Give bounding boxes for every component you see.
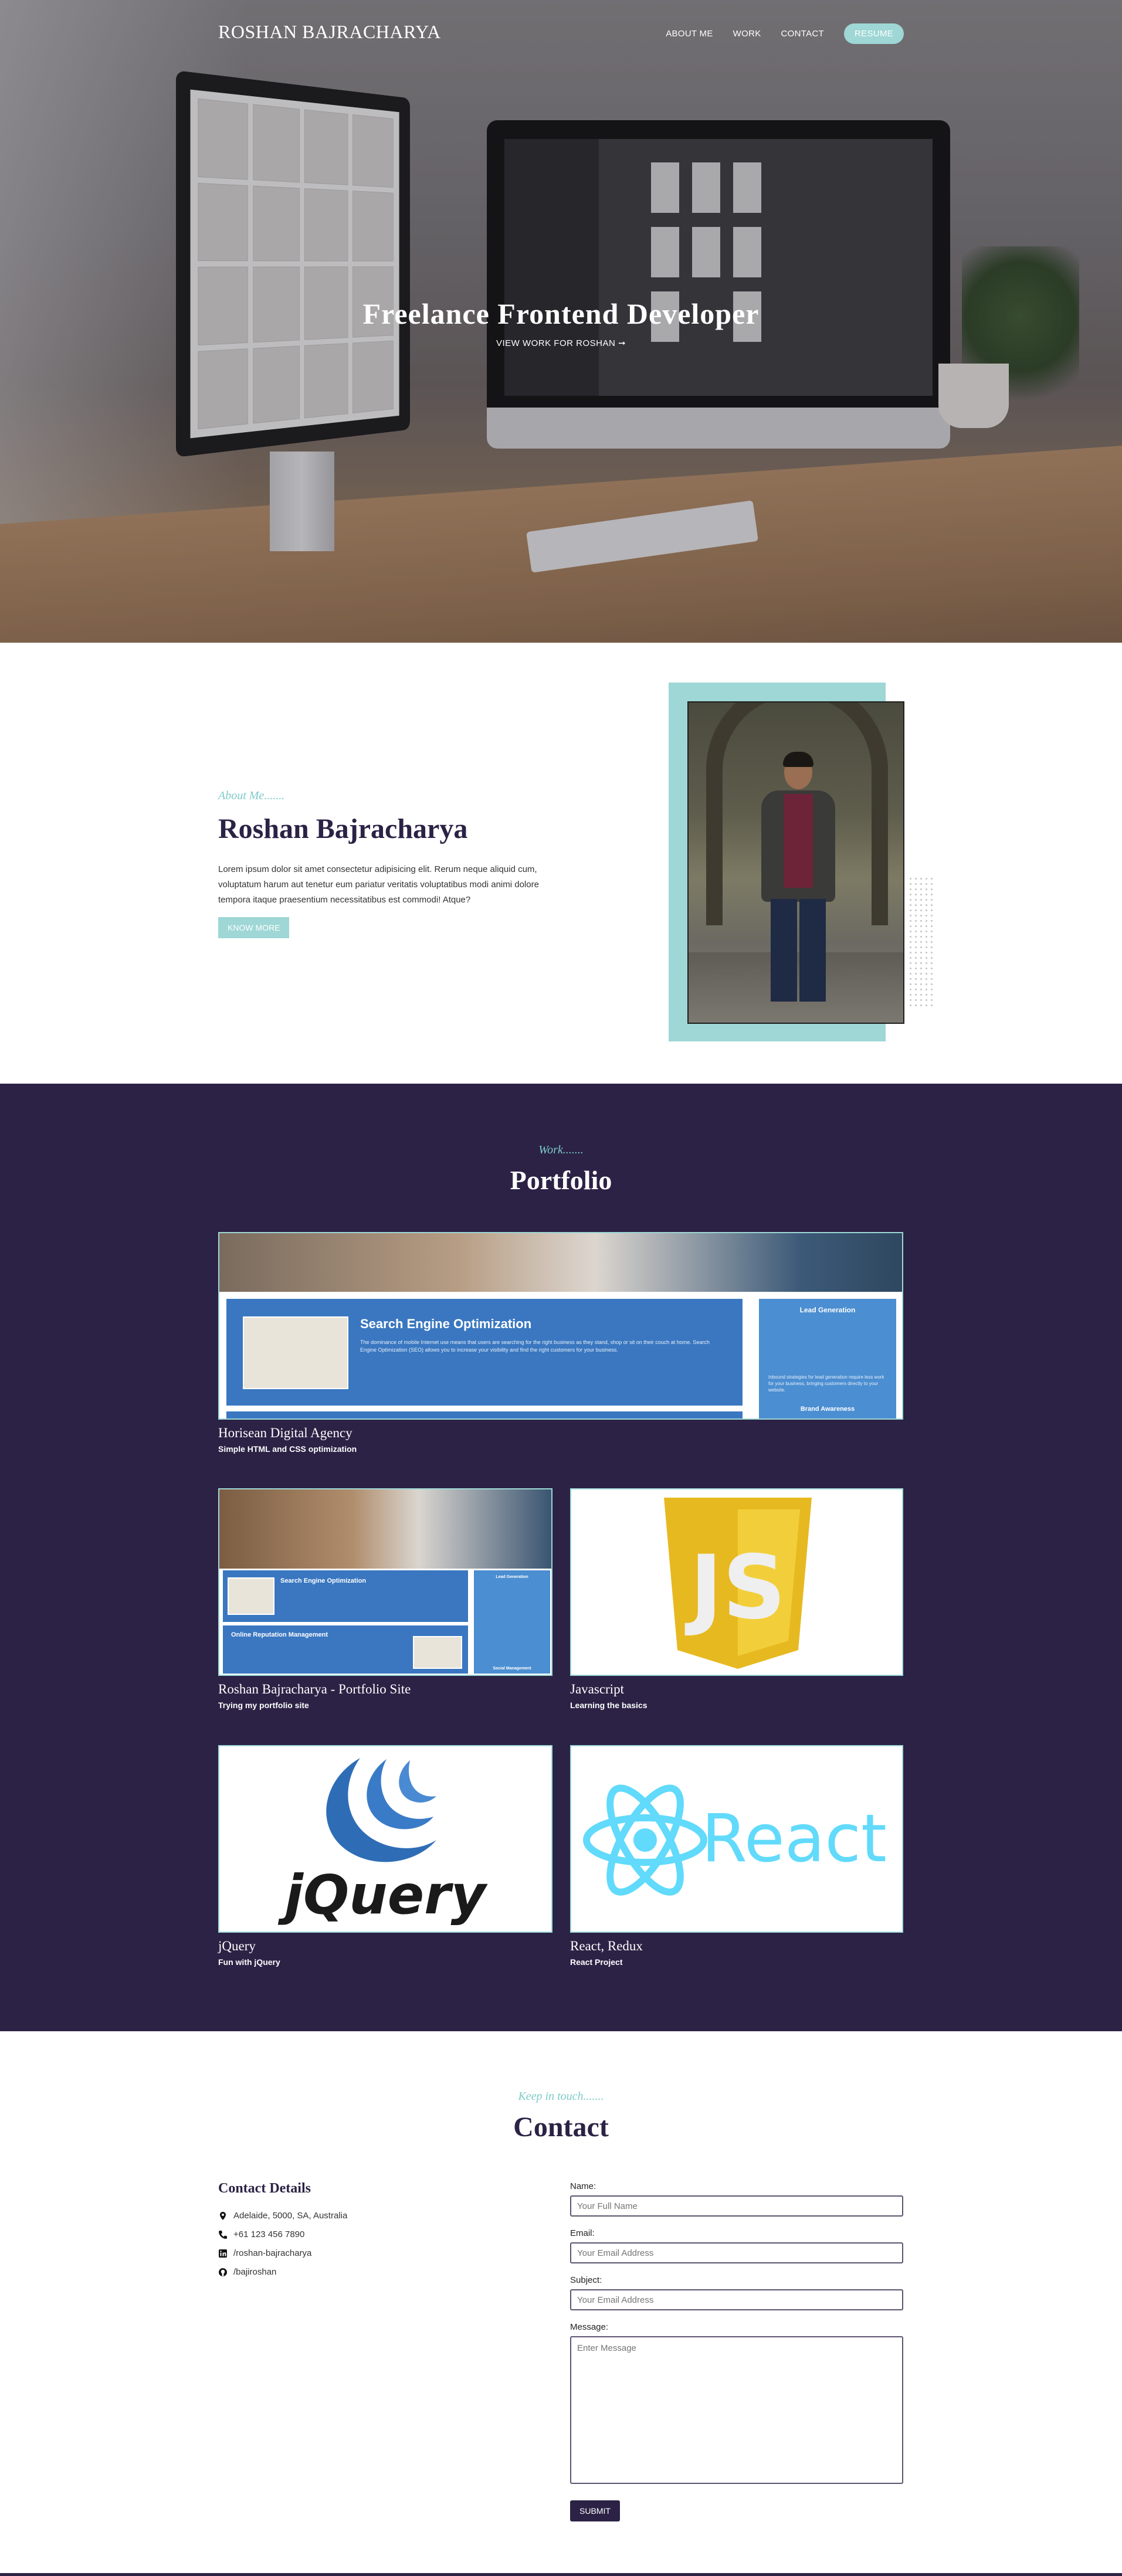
project-subtitle: Fun with jQuery (218, 1957, 280, 1967)
thumb-seo-title-2: Search Engine Optimization (280, 1577, 367, 1584)
project-thumbnail[interactable]: React (570, 1745, 903, 1933)
work-section: Work....... Portfolio Search Engine Opti… (0, 1084, 1122, 2031)
about-section: About Me....... Roshan Bajracharya Lorem… (0, 643, 1122, 1084)
react-logo-icon: React (583, 1784, 887, 1896)
project-title[interactable]: jQuery (218, 1939, 552, 1954)
js-logo-text: JS (684, 1537, 786, 1639)
hero-title: Freelance Frontend Developer (362, 297, 760, 330)
name-input[interactable] (570, 2195, 903, 2217)
react-logo-text: React (701, 1801, 887, 1877)
resume-button[interactable]: RESUME (844, 23, 904, 44)
email-label: Email: (570, 2228, 595, 2238)
work-kicker: Work....... (538, 1143, 584, 1156)
github-icon (219, 2268, 227, 2276)
contact-github[interactable]: /bajiroshan (218, 2267, 276, 2277)
thumb-lead-title: Lead Generation (799, 1306, 856, 1314)
phone-icon (219, 2230, 227, 2239)
name-label: Name: (570, 2181, 596, 2191)
thumb-brand-title: Brand Awareness (800, 1406, 855, 1413)
project-thumbnail[interactable]: Search Engine Optimization The dominance… (218, 1232, 903, 1420)
contact-details-heading: Contact Details (218, 2181, 311, 2196)
contact-section: Keep in touch....... Contact Contact Det… (0, 2031, 1122, 2576)
view-work-link[interactable]: VIEW WORK FOR ROSHAN ➞ (0, 338, 1122, 348)
project-thumbnail[interactable]: Search Engine Optimization Online Reputa… (218, 1488, 552, 1676)
contact-linkedin[interactable]: /roshan-bajracharya (218, 2248, 311, 2258)
footer-strip (0, 2573, 1122, 2576)
project-thumbnail[interactable]: JS (570, 1488, 903, 1676)
subject-label: Subject: (570, 2275, 602, 2285)
nav-about-me[interactable]: ABOUT ME (666, 29, 713, 39)
project-subtitle: Trying my portfolio site (218, 1701, 309, 1710)
project-title[interactable]: Roshan Bajracharya - Portfolio Site (218, 1682, 552, 1697)
thumb-orm-title: Online Reputation Management (231, 1631, 328, 1638)
contact-address: Adelaide, 5000, SA, Australia (218, 2211, 347, 2221)
jquery-logo-text: jQuery (278, 1864, 489, 1926)
project-card-javascript[interactable]: JS Javascript Learning the basics (570, 1488, 903, 1710)
message-textarea[interactable] (570, 2336, 903, 2484)
project-subtitle: React Project (570, 1957, 623, 1967)
about-name: Roshan Bajracharya (218, 813, 468, 844)
contact-title: Contact (513, 2112, 609, 2143)
contact-kicker: Keep in touch....... (518, 2090, 604, 2103)
project-subtitle: Learning the basics (570, 1701, 648, 1710)
contact-linkedin-text[interactable]: /roshan-bajracharya (233, 2248, 311, 2258)
message-label: Message: (570, 2322, 609, 2332)
know-more-button[interactable]: KNOW MORE (218, 917, 290, 938)
project-title[interactable]: Horisean Digital Agency (218, 1426, 903, 1441)
thumb-lead-text: Inbound strategies for lead generation r… (768, 1374, 884, 1393)
work-title: Portfolio (510, 1165, 612, 1195)
project-title[interactable]: React, Redux (570, 1939, 903, 1954)
brand-logo[interactable]: ROSHAN BAJRACHARYA (218, 21, 441, 43)
about-kicker: About Me....... (218, 789, 285, 802)
project-title[interactable]: Javascript (570, 1682, 903, 1697)
top-navbar: ROSHAN BAJRACHARYA ABOUT ME WORK CONTACT… (0, 0, 1122, 70)
linkedin-icon (219, 2249, 227, 2258)
subject-input[interactable] (570, 2289, 903, 2310)
project-card-horisean[interactable]: Search Engine Optimization The dominance… (218, 1232, 903, 1454)
jquery-logo-icon: jQuery (278, 1758, 489, 1926)
email-input[interactable] (570, 2242, 903, 2263)
project-card-react[interactable]: React React, Redux React Project (570, 1745, 903, 1967)
contact-address-text: Adelaide, 5000, SA, Australia (233, 2211, 348, 2221)
profile-photo (687, 701, 904, 1024)
thumb-seo-text: The dominance of mobile Internet use mea… (360, 1339, 710, 1353)
thumb-lead-title-2: Lead Generation (496, 1575, 528, 1579)
contact-phone-text: +61 123 456 7890 (233, 2229, 305, 2239)
project-card-jquery[interactable]: jQuery jQuery Fun with jQuery (218, 1745, 552, 1967)
nav-menu: ABOUT ME WORK CONTACT RESUME (666, 23, 904, 44)
contact-github-text[interactable]: /bajiroshan (233, 2267, 276, 2277)
nav-work[interactable]: WORK (733, 29, 761, 39)
nav-contact[interactable]: CONTACT (781, 29, 824, 39)
dot-pattern (908, 876, 934, 1006)
project-thumbnail[interactable]: jQuery (218, 1745, 552, 1933)
javascript-logo-icon: JS (664, 1498, 812, 1669)
project-subtitle: Simple HTML and CSS optimization (218, 1444, 357, 1454)
thumb-social-title: Social Management (493, 1667, 531, 1671)
project-card-portfolio[interactable]: Search Engine Optimization Online Reputa… (218, 1488, 552, 1710)
about-bio: Lorem ipsum dolor sit amet consectetur a… (218, 864, 539, 905)
submit-button[interactable]: SUBMIT (570, 2500, 620, 2521)
thumb-seo-title: Search Engine Optimization (360, 1316, 532, 1331)
map-marker-icon (220, 2211, 226, 2220)
contact-phone: +61 123 456 7890 (218, 2229, 304, 2239)
